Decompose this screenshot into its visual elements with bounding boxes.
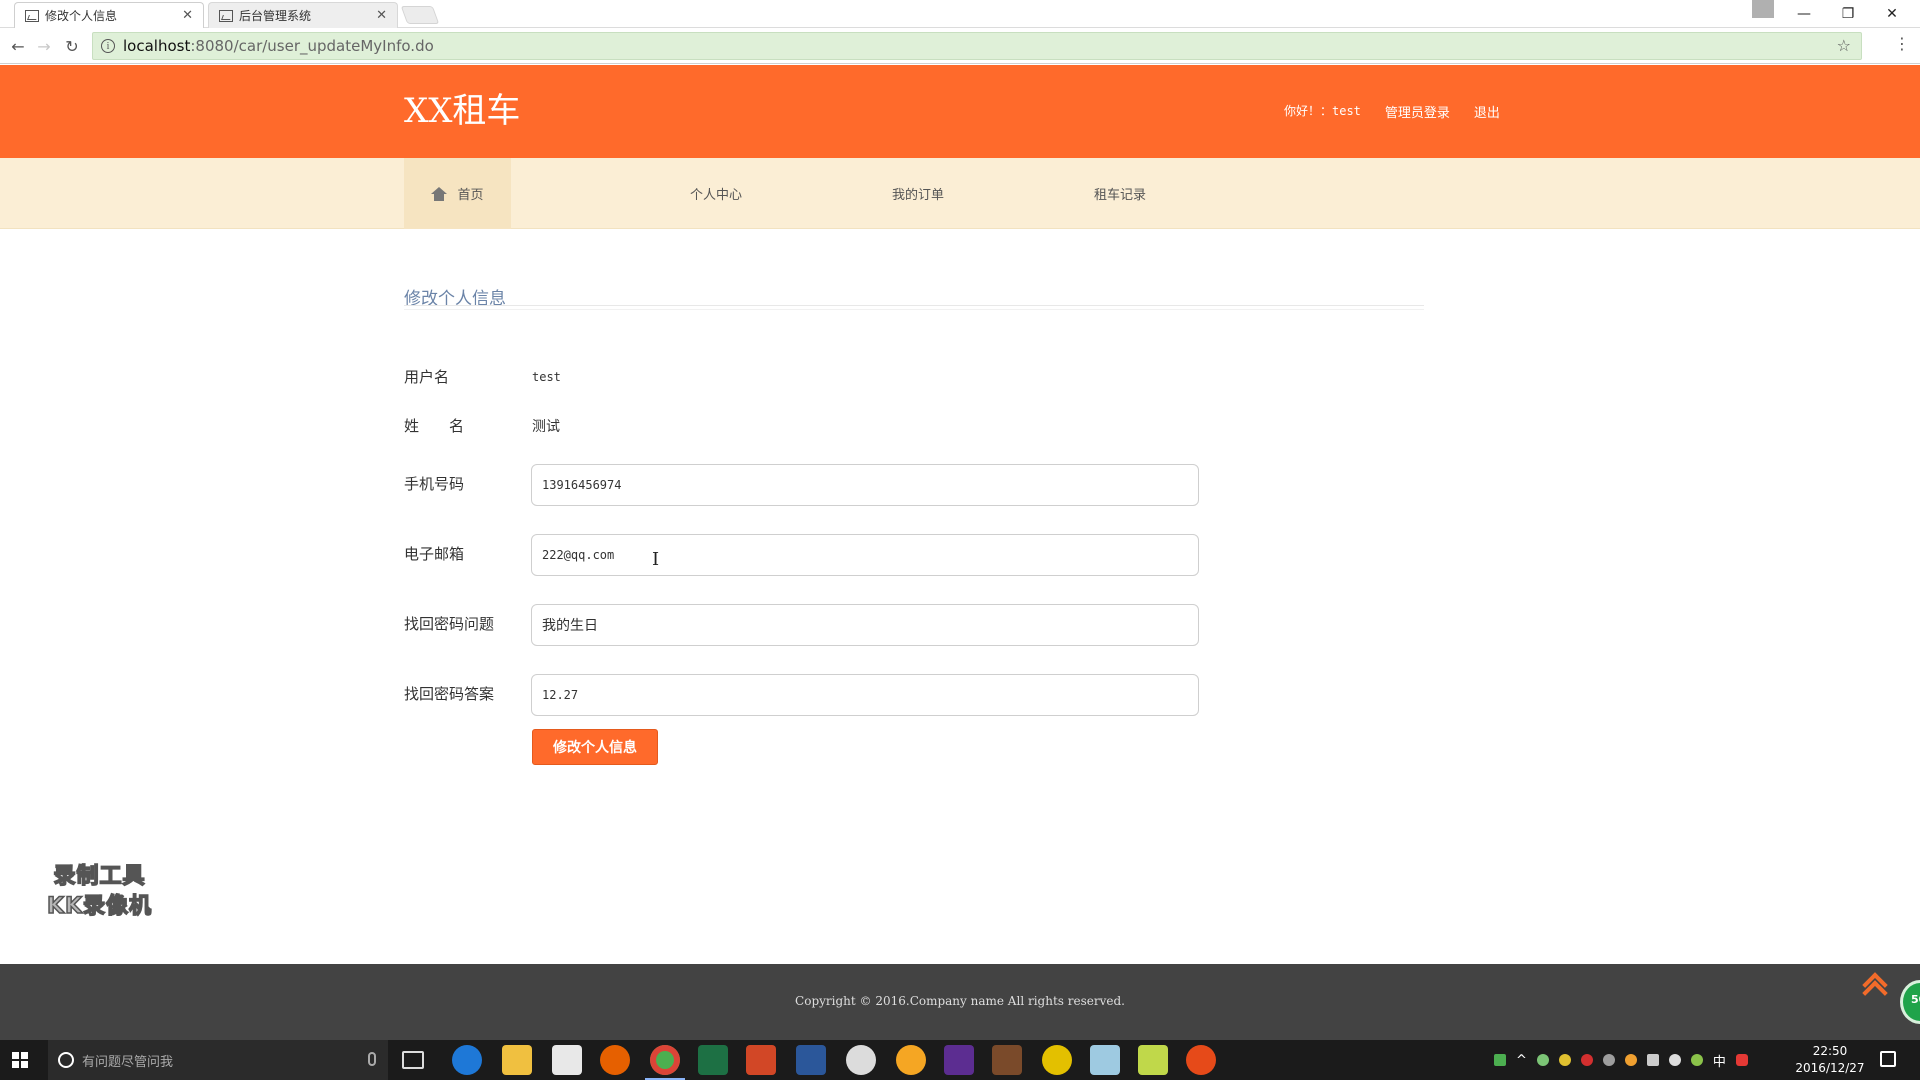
recovery-answer-label: 找回密码答案 (404, 685, 495, 703)
tab-admin-system[interactable]: 后台管理系统 ✕ (208, 2, 398, 28)
powerpoint-icon[interactable] (746, 1045, 776, 1075)
username-label: 用户名 (404, 368, 450, 386)
user-links: 你好！：test 管理员登录 退出 (1284, 102, 1500, 121)
nav-item-home[interactable]: 首页 (404, 158, 511, 229)
url-path: :8080/car/user_updateMyInfo.do (190, 37, 434, 55)
text-cursor-icon: I (652, 549, 660, 570)
clock-date: 2016/12/27 (1795, 1061, 1865, 1075)
clock-time: 22:50 (1812, 1044, 1848, 1058)
browser-menu-icon[interactable]: ⋮ (1894, 34, 1910, 53)
cortana-icon (58, 1052, 74, 1068)
nav-item-label: 首页 (457, 188, 484, 203)
tab-label: 修改个人信息 (45, 9, 118, 23)
app-icon[interactable] (992, 1045, 1022, 1075)
phone-label: 手机号码 (404, 475, 465, 493)
app-icon[interactable] (1186, 1045, 1216, 1075)
page-favicon-icon (25, 9, 39, 22)
excel-icon[interactable] (698, 1045, 728, 1075)
taskbar-clock[interactable]: 22:50 2016/12/27 (1788, 1043, 1872, 1077)
nav-item-my-orders[interactable]: 我的订单 (878, 158, 958, 229)
back-to-top-icon[interactable] (1858, 970, 1890, 996)
browser-tab-strip: 修改个人信息 ✕ 后台管理系统 ✕ — ❐ ✕ (0, 0, 1920, 28)
recovery-answer-field[interactable] (531, 674, 1199, 716)
app-icon[interactable] (1042, 1045, 1072, 1075)
main-nav: 首页 个人中心 我的订单 租车记录 (0, 158, 1920, 229)
greeting-text: 你好！：test (1284, 104, 1361, 118)
page-favicon-icon (219, 9, 233, 22)
notepad-icon[interactable] (1138, 1045, 1168, 1075)
windows-start-icon[interactable] (12, 1052, 28, 1068)
cortana-search-box[interactable]: 有问题尽管问我 (48, 1040, 388, 1080)
name-value: 测试 (532, 419, 560, 435)
site-header: XX租车 你好！：test 管理员登录 退出 (0, 65, 1920, 158)
microphone-icon[interactable] (368, 1052, 376, 1066)
file-explorer-icon[interactable] (502, 1045, 532, 1075)
restore-icon[interactable]: ❐ (1826, 0, 1870, 28)
minimize-icon[interactable]: — (1782, 0, 1826, 28)
task-view-icon[interactable] (402, 1051, 424, 1069)
url-host: localhost (123, 37, 191, 55)
site-logo[interactable]: XX租车 (404, 83, 520, 132)
system-tray: ^ 中 (1494, 1040, 1748, 1080)
tab-edit-profile[interactable]: 修改个人信息 ✕ (14, 2, 204, 28)
bookmark-star-icon[interactable]: ☆ (1837, 36, 1851, 55)
input-method-indicator[interactable]: 中 (1713, 1051, 1726, 1070)
app-icon[interactable] (1090, 1045, 1120, 1075)
battery-tray-icon[interactable] (1494, 1054, 1506, 1066)
recovery-question-label: 找回密码问题 (404, 615, 495, 633)
tray-icon[interactable] (1690, 1054, 1703, 1066)
visual-studio-icon[interactable] (944, 1045, 974, 1075)
tray-icon[interactable] (1558, 1054, 1571, 1066)
show-hidden-icons[interactable]: ^ (1516, 1053, 1527, 1068)
app-icon[interactable] (896, 1045, 926, 1075)
recovery-question-field[interactable] (531, 604, 1199, 646)
site-footer: Copyright © 2016.Company name All rights… (0, 964, 1920, 1040)
email-label: 电子邮箱 (404, 545, 465, 563)
power-icon[interactable] (1646, 1054, 1659, 1066)
address-bar[interactable]: i localhost:8080/car/user_updateMyInfo.d… (92, 32, 1862, 60)
watermark-line: 录制工具 (53, 863, 146, 890)
recorder-watermark: 录制工具 KK录像机 (32, 862, 167, 926)
volume-icon[interactable] (1668, 1054, 1681, 1066)
new-tab-button[interactable] (400, 6, 440, 24)
email-field[interactable] (531, 534, 1199, 576)
browser-toolbar: ← → ↻ i localhost:8080/car/user_updateMy… (0, 28, 1920, 64)
sogou-input-icon[interactable] (1735, 1054, 1748, 1066)
chrome-icon[interactable] (645, 1045, 685, 1080)
nav-item-rental-records[interactable]: 租车记录 (1080, 158, 1160, 229)
site-info-icon[interactable]: i (101, 39, 115, 53)
network-icon[interactable] (1602, 1054, 1615, 1066)
edge-icon[interactable] (452, 1045, 482, 1075)
admin-login-link[interactable]: 管理员登录 (1385, 102, 1450, 121)
close-window-icon[interactable]: ✕ (1870, 0, 1914, 28)
wechat-tray-icon[interactable] (1536, 1054, 1549, 1066)
nav-item-personal-center[interactable]: 个人中心 (676, 158, 756, 229)
phone-field[interactable] (531, 464, 1199, 506)
wechat-icon[interactable] (846, 1045, 876, 1075)
close-tab-icon[interactable]: ✕ (182, 8, 193, 23)
reload-icon[interactable]: ↻ (60, 34, 84, 58)
forward-icon[interactable]: → (32, 34, 56, 58)
name-label: 姓 名 (404, 417, 465, 435)
close-tab-icon[interactable]: ✕ (376, 8, 387, 23)
logout-link[interactable]: 退出 (1474, 102, 1500, 121)
watermark-line: KK录像机 (46, 893, 153, 920)
copyright-text: Copyright © 2016.Company name All rights… (795, 994, 1125, 1008)
tray-icon[interactable] (1624, 1054, 1637, 1066)
tray-icon[interactable] (1580, 1054, 1593, 1066)
firefox-icon[interactable] (600, 1045, 630, 1075)
title-divider (404, 305, 1424, 310)
store-icon[interactable] (552, 1045, 582, 1075)
windows-taskbar: 有问题尽管问我 ^ 中 22:50 2016/12/27 (0, 1040, 1920, 1080)
word-icon[interactable] (796, 1045, 826, 1075)
profile-icon[interactable] (1752, 0, 1774, 18)
back-icon[interactable]: ← (6, 34, 30, 58)
update-profile-button[interactable]: 修改个人信息 (532, 729, 658, 765)
tab-label: 后台管理系统 (239, 9, 312, 23)
action-center-icon[interactable] (1880, 1051, 1896, 1067)
username-value: test (532, 370, 561, 384)
home-icon (431, 186, 448, 201)
search-placeholder: 有问题尽管问我 (82, 1054, 174, 1070)
